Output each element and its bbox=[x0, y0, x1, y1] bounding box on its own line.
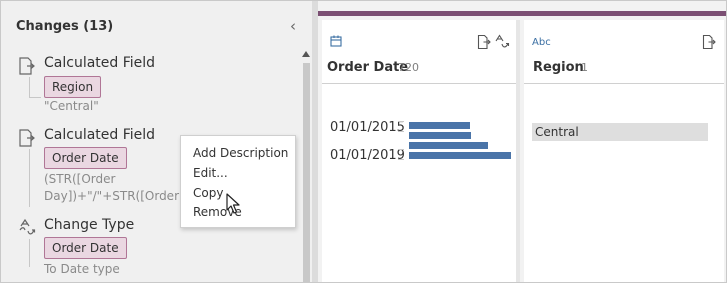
calculated-field-icon bbox=[19, 57, 35, 75]
card-header-rule bbox=[524, 83, 724, 84]
change-title: Calculated Field bbox=[44, 127, 156, 143]
card-divider bbox=[516, 20, 520, 282]
chevron-left-icon[interactable]: ‹ bbox=[285, 17, 301, 35]
change-type-icon bbox=[19, 218, 36, 235]
scrollbar-thumb[interactable] bbox=[303, 63, 310, 282]
scroll-up-arrow[interactable] bbox=[302, 51, 310, 57]
menu-item-copy[interactable]: Copy bbox=[193, 186, 223, 200]
change-title: Change Type bbox=[44, 217, 135, 233]
calculated-field-icon[interactable] bbox=[702, 34, 716, 50]
menu-item-edit[interactable]: Edit... bbox=[193, 166, 228, 180]
calculated-field-icon[interactable] bbox=[477, 34, 491, 50]
change-detail: (STR([Order bbox=[44, 172, 116, 186]
axis-label: 01/01/2015 bbox=[330, 120, 405, 135]
calculated-field-icon bbox=[19, 129, 35, 147]
histogram-bar[interactable] bbox=[409, 122, 470, 129]
change-title: Calculated Field bbox=[44, 55, 156, 71]
field-count: 1 bbox=[581, 61, 588, 74]
histogram-bar[interactable] bbox=[409, 132, 471, 139]
menu-item-add-description[interactable]: Add Description bbox=[193, 146, 288, 160]
histogram-bar[interactable] bbox=[409, 152, 511, 159]
card-header-rule bbox=[322, 83, 516, 84]
tick-mark bbox=[398, 121, 404, 122]
histogram-bar[interactable] bbox=[409, 142, 488, 149]
field-pill[interactable]: Order Date bbox=[44, 237, 127, 259]
tick-mark bbox=[398, 159, 404, 160]
tree-elbow bbox=[29, 97, 41, 98]
profile-accent-bar bbox=[318, 11, 726, 16]
mouse-cursor-icon bbox=[226, 193, 240, 214]
calendar-icon bbox=[330, 35, 342, 47]
value-bar-central[interactable]: Central bbox=[532, 123, 708, 141]
string-type-icon: Abc bbox=[532, 37, 551, 48]
field-name: Region bbox=[533, 60, 584, 75]
tree-line bbox=[29, 239, 30, 267]
tree-line bbox=[29, 77, 30, 98]
tree-line bbox=[29, 149, 30, 207]
field-name: Order Date bbox=[327, 60, 409, 75]
change-detail: To Date type bbox=[44, 262, 120, 276]
change-detail: "Central" bbox=[44, 99, 99, 113]
tick-mark bbox=[398, 149, 404, 150]
change-detail: Day])+"/"+STR([Order bbox=[44, 189, 179, 203]
field-pill[interactable]: Region bbox=[44, 76, 102, 98]
change-type-icon[interactable] bbox=[494, 34, 510, 50]
field-pill[interactable]: Order Date bbox=[44, 147, 127, 169]
tick-mark bbox=[398, 131, 404, 132]
changes-panel-title: Changes (13) bbox=[16, 19, 114, 34]
field-count: 720 bbox=[398, 61, 419, 74]
axis-label: 01/01/2019 bbox=[330, 148, 405, 163]
